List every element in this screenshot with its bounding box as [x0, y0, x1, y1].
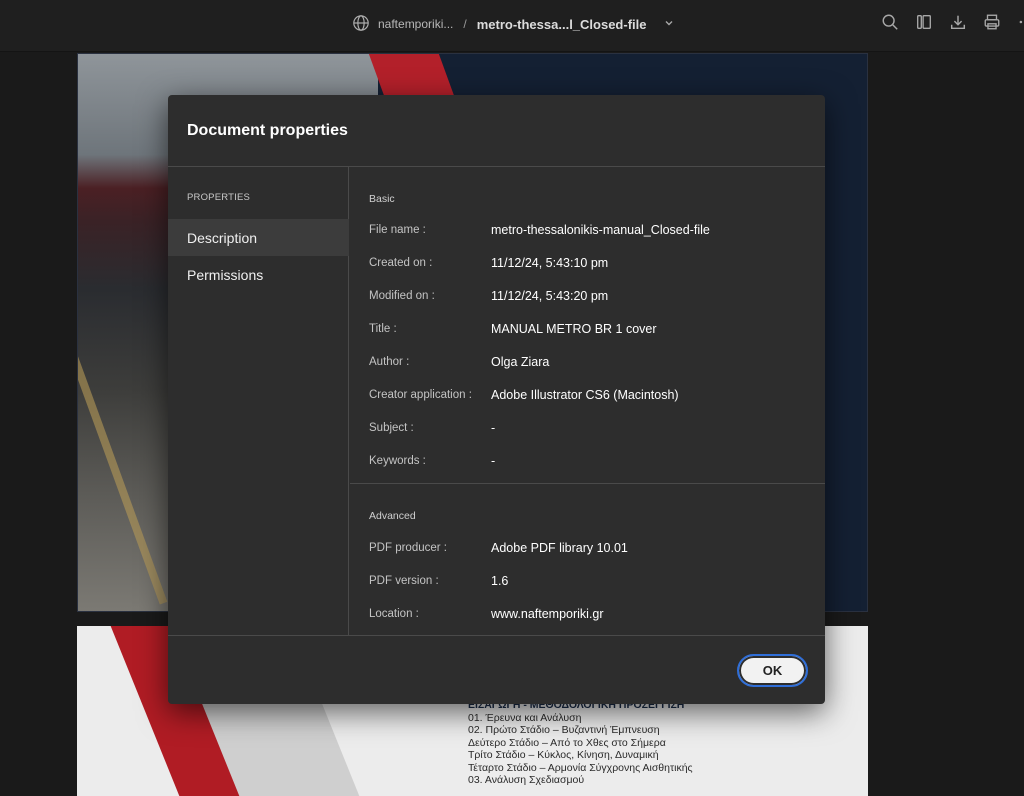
- dialog-title: Document properties: [187, 122, 348, 139]
- property-row-pdf-producer: PDF producer : Adobe PDF library 10.01: [369, 539, 809, 557]
- page-thumbnails-icon[interactable]: [914, 12, 934, 32]
- property-key: Modified on :: [369, 290, 435, 302]
- search-icon[interactable]: [880, 12, 900, 32]
- globe-icon: [352, 14, 370, 35]
- property-key: Creator application :: [369, 389, 472, 401]
- print-icon[interactable]: [982, 12, 1002, 32]
- ok-button[interactable]: OK: [737, 654, 808, 687]
- property-value: Adobe PDF library 10.01: [491, 541, 628, 555]
- breadcrumb-site[interactable]: naftemporiki...: [378, 17, 453, 31]
- property-row-creator-application: Creator application : Adobe Illustrator …: [369, 386, 809, 404]
- property-key: File name :: [369, 224, 426, 236]
- property-key: Keywords :: [369, 455, 426, 467]
- toc-line: Δεύτερο Στάδιο – Από το Χθες στο Σήμερα: [468, 736, 666, 749]
- property-value: -: [491, 454, 496, 468]
- property-row-title: Title : MANUAL METRO BR 1 cover: [369, 320, 809, 338]
- property-value: -: [491, 421, 496, 435]
- toc-line: 03. Ανάλυση Σχεδιασμού: [468, 774, 585, 786]
- properties-content: Basic File name : metro-thessalonikis-ma…: [350, 167, 825, 635]
- property-key: Author :: [369, 356, 410, 368]
- sidebar-item-label: Description: [187, 229, 258, 246]
- property-key: PDF producer :: [369, 542, 447, 554]
- property-key: PDF version :: [369, 575, 439, 587]
- breadcrumb-separator: /: [463, 17, 467, 31]
- property-value: 1.6: [491, 574, 509, 588]
- property-key: Created on :: [369, 257, 433, 269]
- property-row-pdf-version: PDF version : 1.6: [369, 572, 809, 590]
- property-row-keywords: Keywords : -: [369, 452, 809, 470]
- sidebar-heading: PROPERTIES: [187, 192, 251, 203]
- toc-line: Τέταρτο Στάδιο – Αρμονία Σύγχρονης Αισθη…: [468, 761, 693, 774]
- properties-sidebar: PROPERTIES Description Permissions: [168, 167, 349, 635]
- toolbar-actions: [880, 12, 1024, 32]
- property-row-created-on: Created on : 11/12/24, 5:43:10 pm: [369, 254, 809, 272]
- property-value: metro-thessalonikis-manual_Closed-file: [491, 223, 710, 237]
- property-value: Olga Ziara: [491, 355, 550, 369]
- toc-line: Τρίτο Στάδιο – Κύκλος, Κίνηση, Δυναμική: [468, 749, 659, 761]
- download-icon[interactable]: [948, 12, 968, 32]
- table-of-contents: ΕΙΣΑΓΩΓΗ - ΜΕΘΟΔΟΛΟΓΙΚΗ ΠΡΟΣΕΓΓΙΣΗ 01. Έ…: [468, 699, 693, 787]
- property-row-modified-on: Modified on : 11/12/24, 5:43:20 pm: [369, 287, 809, 305]
- basic-section-label: Basic: [369, 193, 395, 205]
- advanced-section-label: Advanced: [369, 510, 416, 522]
- toc-line: 02. Πρώτο Στάδιο – Βυζαντινή Έμπνευση: [468, 724, 660, 736]
- sidebar-item-permissions[interactable]: Permissions: [168, 256, 349, 293]
- property-row-author: Author : Olga Ziara: [369, 353, 809, 371]
- property-value: www.naftemporiki.gr: [491, 607, 604, 621]
- toc-line: 01. Έρευνα και Ανάλυση: [468, 711, 582, 724]
- breadcrumb-file[interactable]: metro-thessa...l_Closed-file: [477, 17, 647, 32]
- property-key: Subject :: [369, 422, 414, 434]
- property-value: 11/12/24, 5:43:20 pm: [491, 289, 609, 303]
- property-row-location: Location : www.naftemporiki.gr: [369, 605, 809, 623]
- chevron-down-icon[interactable]: [655, 17, 675, 32]
- property-value: MANUAL METRO BR 1 cover: [491, 322, 657, 336]
- top-toolbar: naftemporiki... / metro-thessa...l_Close…: [0, 0, 1024, 52]
- divider: [168, 635, 825, 636]
- property-key: Title :: [369, 323, 397, 335]
- document-properties-dialog: Document properties PROPERTIES Descripti…: [168, 95, 825, 704]
- property-value: 11/12/24, 5:43:10 pm: [491, 256, 609, 270]
- breadcrumb: naftemporiki... / metro-thessa...l_Close…: [352, 14, 675, 34]
- sidebar-item-label: Permissions: [187, 266, 264, 283]
- property-row-subject: Subject : -: [369, 419, 809, 437]
- property-row-file-name: File name : metro-thessalonikis-manual_C…: [369, 221, 809, 239]
- more-icon[interactable]: [1016, 12, 1024, 32]
- divider: [350, 483, 825, 484]
- sidebar-item-description[interactable]: Description: [168, 219, 349, 256]
- property-value: Adobe Illustrator CS6 (Macintosh): [491, 388, 679, 402]
- property-key: Location :: [369, 608, 419, 620]
